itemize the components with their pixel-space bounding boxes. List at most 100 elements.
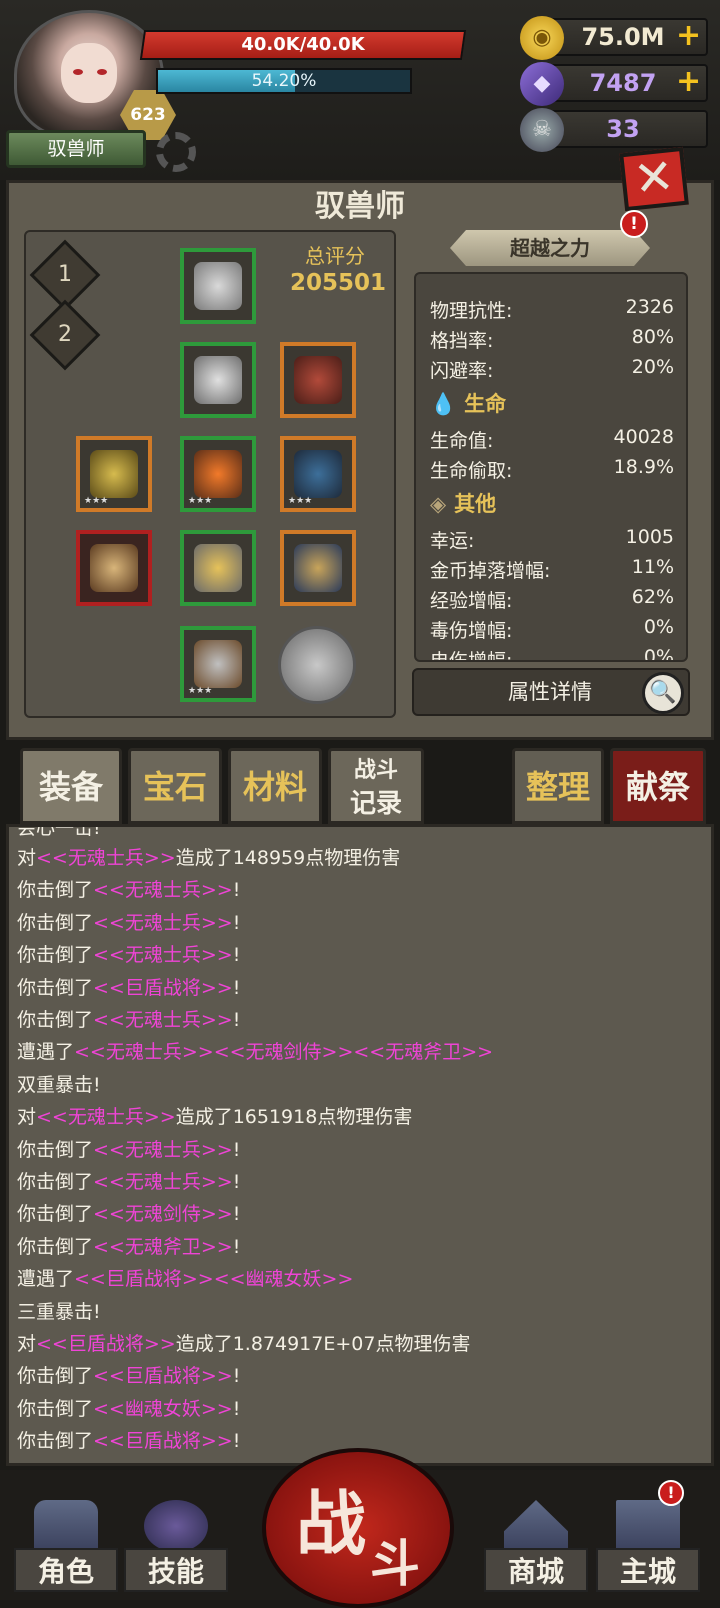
helmet-icon — [194, 262, 242, 310]
helmet-nav-icon — [34, 1500, 98, 1552]
monster-name: <<无魂士兵>> — [36, 847, 176, 869]
log-text: 对 — [17, 1333, 37, 1355]
stats-panel[interactable]: 物理抗性: 2326 格挡率: 80% 闪避率: 20% 💧 生命 生命值: 40028 … — [414, 272, 688, 662]
log-text: 你击倒了 — [17, 1138, 94, 1161]
log-text: ! — [232, 1203, 241, 1226]
log-text: ! — [232, 1430, 241, 1453]
monster-name: <<无魂士兵>> — [93, 1138, 233, 1161]
log-line: 对<<无魂士兵>>造成了148959点物理伤害 — [17, 843, 400, 873]
log-text: ! — [232, 1365, 241, 1388]
monster-name: <<无魂剑侍>> — [93, 1203, 233, 1226]
log-text: 对 — [17, 1106, 37, 1129]
rank-stars-icon: ★★★ — [288, 496, 313, 506]
add-gold-button[interactable]: + — [676, 20, 701, 54]
log-text: 造成了148959点物理伤害 — [175, 847, 401, 869]
sacrifice-button[interactable]: 献祭 — [610, 748, 706, 824]
gold-value: 75.0M — [581, 23, 665, 51]
log-text: ! — [232, 1171, 241, 1193]
stat-row: 幸运: 1005 — [430, 526, 674, 552]
log-text: 遭遇了 — [17, 1041, 75, 1064]
battle-button[interactable]: 战 斗 — [262, 1448, 454, 1608]
tab-gems[interactable]: 宝石 — [128, 748, 222, 824]
pet-figure-icon — [294, 356, 342, 404]
log-line: 你击倒了<<无魂士兵>>! — [17, 908, 240, 938]
bracer-slot[interactable]: ★★★ — [76, 436, 152, 512]
log-line: 你击倒了<<无魂士兵>>! — [17, 1167, 240, 1197]
monster-name: <<巨盾战将>> — [93, 976, 233, 999]
stat-row: 生命偷取: 18.9% — [430, 456, 674, 482]
log-line: 三重暴击! — [17, 1297, 101, 1327]
purple-crystal-icon: ◆ — [520, 62, 564, 106]
battle-log[interactable]: 会心一击! 对<<无魂士兵>>造成了148959点物理伤害 你击倒了<<无魂士兵>… — [6, 824, 714, 1466]
monster-name: <<巨盾战将>> — [93, 1430, 233, 1453]
panel-title: 驭兽师 — [315, 189, 405, 224]
loadout-2-label: 2 — [58, 322, 72, 347]
total-score-value: 205501 — [290, 270, 387, 296]
log-line: 遭遇了<<巨盾战将>><<幽魂女妖>> — [17, 1264, 353, 1294]
bracer-icon — [90, 450, 138, 498]
log-line: 你击倒了<<无魂士兵>>! — [17, 1135, 240, 1165]
log-line: 你击倒了<<巨盾战将>>! — [17, 973, 240, 1003]
monster-name: <<无魂士兵>><<无魂剑侍>><<无魂斧卫>> — [74, 1041, 494, 1064]
close-button[interactable]: ✕ — [619, 146, 689, 212]
fang-necklace-icon — [294, 450, 342, 498]
nav-main-city[interactable]: 主城 — [596, 1500, 700, 1600]
monster-name: <<无魂士兵>> — [36, 1106, 176, 1129]
transcend-power-button[interactable]: 超越之力 — [450, 230, 650, 266]
log-line: 你击倒了<<无魂剑侍>>! — [17, 1199, 240, 1229]
gloves-slot[interactable] — [180, 530, 256, 606]
total-score-label: 总评分 — [305, 244, 365, 268]
bow-slot[interactable] — [76, 530, 152, 606]
shop-roof-icon — [504, 1500, 568, 1552]
log-text: ! — [232, 1009, 241, 1031]
log-line: 双重暴击! — [17, 1070, 101, 1100]
log-line: 你击倒了<<幽魂女妖>>! — [17, 1394, 240, 1424]
log-text: 你击倒了 — [17, 1235, 94, 1258]
tab-equipment[interactable]: 装备 — [20, 748, 122, 824]
magnifier-icon[interactable]: 🔍 — [642, 672, 684, 714]
log-text: ! — [232, 1397, 241, 1420]
empty-trinket-slot[interactable] — [278, 626, 356, 704]
ram-skull-icon: ☠ — [520, 108, 564, 152]
nav-skills[interactable]: 技能 — [124, 1500, 228, 1600]
belt-slot[interactable]: ★★★ — [180, 436, 256, 512]
sort-button[interactable]: 整理 — [512, 748, 604, 824]
log-line: 遭遇了<<无魂士兵>><<无魂剑侍>><<无魂斧卫>> — [17, 1037, 493, 1067]
tab-battle-log[interactable]: 战斗 记录 — [328, 748, 424, 824]
monster-name: <<无魂士兵>> — [93, 1171, 233, 1193]
stat-row: 物理抗性: 2326 — [430, 296, 674, 322]
pet-slot[interactable] — [280, 342, 356, 418]
settings-gear-icon[interactable] — [156, 132, 196, 172]
boots-icon — [194, 640, 242, 688]
log-line: 你击倒了<<无魂士兵>>! — [17, 875, 240, 905]
alert-badge-icon: ! — [620, 210, 648, 238]
log-text: 三重暴击! — [17, 1300, 101, 1323]
boots-slot[interactable]: ★★★ — [180, 626, 256, 702]
helmet-slot[interactable] — [180, 248, 256, 324]
necklace-slot[interactable]: ★★★ — [280, 436, 356, 512]
log-text: 造成了1.874917E+07点物理伤害 — [175, 1333, 471, 1355]
log-text: 你击倒了 — [17, 1397, 94, 1420]
log-line: 你击倒了<<无魂士兵>>! — [17, 940, 240, 970]
log-text: ! — [232, 879, 241, 902]
log-text: 双重暴击! — [17, 1073, 101, 1096]
log-line: 你击倒了<<无魂士兵>>! — [17, 1005, 240, 1035]
log-text: 你击倒了 — [17, 976, 94, 999]
monster-name: <<无魂士兵>> — [93, 944, 233, 967]
nav-shop[interactable]: 商城 — [484, 1500, 588, 1600]
log-line: 对<<巨盾战将>>造成了1.874917E+07点物理伤害 — [17, 1329, 470, 1359]
log-line: 会心一击! — [17, 824, 101, 839]
weapon-slot[interactable] — [280, 530, 356, 606]
tab-materials[interactable]: 材料 — [228, 748, 322, 824]
log-text: 你击倒了 — [17, 1171, 94, 1193]
log-text: 你击倒了 — [17, 1203, 94, 1226]
log-text: 对 — [17, 847, 37, 869]
monster-name: <<幽魂女妖>> — [93, 1397, 233, 1420]
monster-name: <<无魂士兵>> — [93, 911, 233, 934]
crystal-resource: ◆ 7487 + — [520, 62, 708, 106]
stat-row: 生命值: 40028 — [430, 426, 674, 452]
add-crystal-button[interactable]: + — [676, 66, 701, 100]
log-line: 你击倒了<<无魂斧卫>>! — [17, 1232, 240, 1262]
chest-armor-slot[interactable] — [180, 342, 256, 418]
nav-character[interactable]: 角色 — [14, 1500, 118, 1600]
